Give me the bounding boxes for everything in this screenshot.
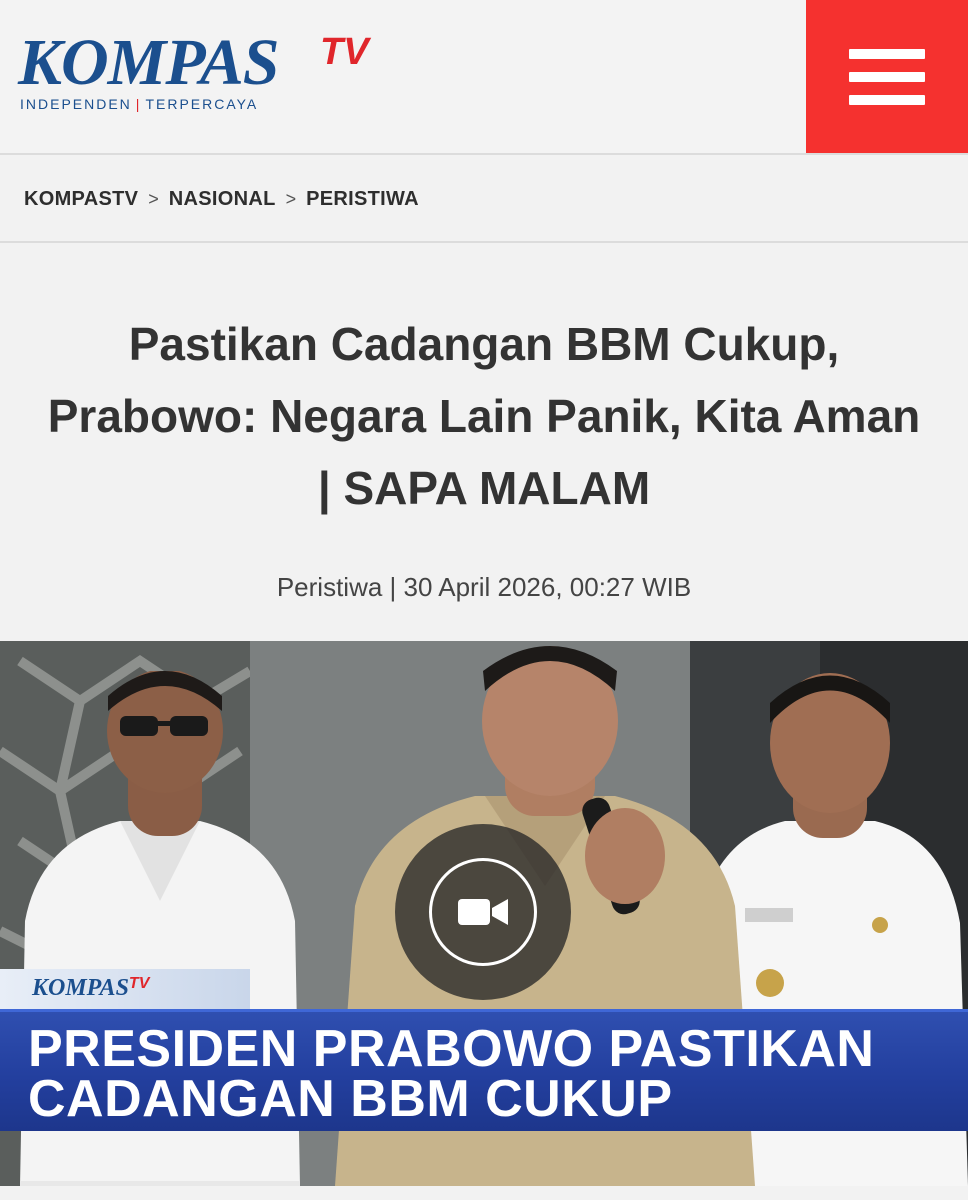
overlay-logo-tv: TV	[128, 975, 150, 992]
tagline-separator: |	[135, 96, 142, 112]
play-video-button[interactable]	[395, 824, 571, 1000]
hamburger-menu-button[interactable]	[806, 0, 968, 153]
chevron-right-icon: >	[285, 188, 297, 209]
video-thumbnail[interactable]: KOMPASTV PRESIDEN PRABOWO PASTIKAN CADAN…	[0, 641, 968, 1186]
overlay-logo-text: KOMPAS	[32, 975, 129, 1001]
hamburger-menu-icon	[849, 48, 925, 59]
chevron-right-icon: >	[148, 188, 159, 209]
article-category[interactable]: Peristiwa	[277, 572, 382, 602]
article-datetime: 30 April 2026, 00:27 WIB	[403, 572, 692, 602]
hamburger-menu-icon-bar	[849, 94, 925, 105]
overlay-logo: KOMPASTV	[32, 975, 149, 1002]
breadcrumb-item-nasional[interactable]: NASIONAL	[169, 188, 276, 211]
site-header: KOMPAS TV INDEPENDEN | TERPERCAYA	[0, 0, 968, 155]
tagline-right: TERPERCAYA	[145, 96, 259, 112]
headline-line-2: CADANGAN BBM CUKUP	[28, 1070, 673, 1128]
breadcrumb: KOMPASTV > NASIONAL > PERISTIWA	[0, 157, 968, 243]
tagline-left: INDEPENDEN	[20, 96, 132, 112]
logo-tv-mark: TV	[320, 31, 369, 73]
hamburger-menu-icon-bar	[849, 71, 925, 82]
video-camera-icon	[458, 899, 508, 925]
meta-separator: |	[389, 572, 397, 602]
play-button-ring	[429, 858, 537, 966]
logo-tagline: INDEPENDEN | TERPERCAYA	[20, 96, 258, 112]
article-meta: Peristiwa | 30 April 2026, 00:27 WIB	[0, 572, 968, 603]
breadcrumb-item-peristiwa[interactable]: PERISTIWA	[306, 188, 419, 211]
article-title: Pastikan Cadangan BBM Cukup, Prabowo: Ne…	[47, 318, 921, 514]
breadcrumb-item-kompastv[interactable]: KOMPASTV	[24, 188, 138, 211]
kompastv-logo[interactable]: KOMPAS TV INDEPENDEN | TERPERCAYA	[18, 30, 398, 120]
logo-wordmark: KOMPAS	[18, 26, 280, 99]
